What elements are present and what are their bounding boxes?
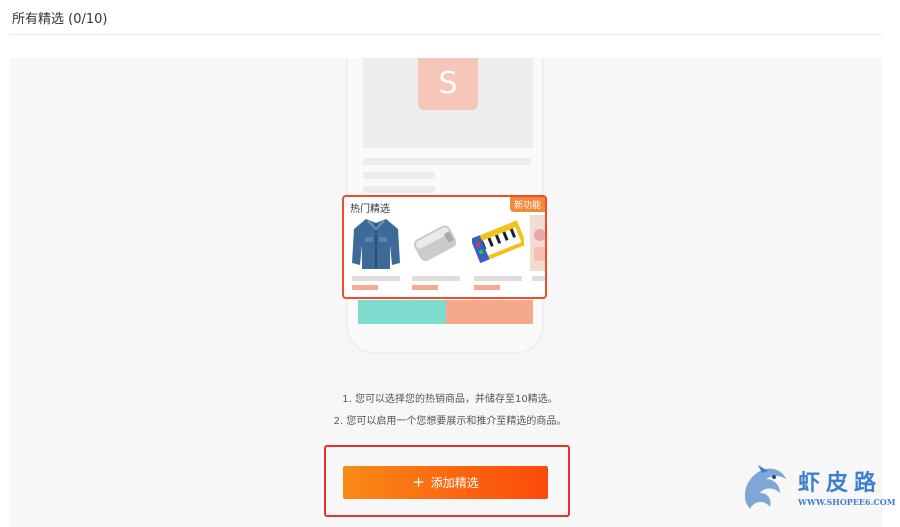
hot-picks-card: 热门精选 新功能 [342,195,547,299]
page-title: 所有精选 (0/10) [12,12,108,27]
header-divider [10,34,882,35]
placeholder-line [363,186,435,193]
product-price-placeholder [352,285,378,290]
hot-picks-title: 热门精选 [350,204,390,215]
new-feature-badge: 新功能 [509,197,545,212]
phone-chat-bar-placeholder [358,300,446,324]
product-price-placeholder [412,285,438,290]
partial-product-icon [530,215,545,271]
hint-line-2: 2. 您可以启用一个您想要展示和推介至精选的商品。 [333,416,567,427]
phone-buy-bar-placeholder [446,300,533,324]
placeholder-line [363,172,435,179]
watermark: 虾皮路 WWW.SHOPEE6.COM [740,463,896,515]
product-name-placeholder [532,276,545,281]
watermark-url: WWW.SHOPEE6.COM [798,497,896,507]
product-name-placeholder [412,276,460,281]
piano-mat-icon [472,220,524,264]
product-name-placeholder [474,276,522,281]
product-price-placeholder [474,285,500,290]
shopee-logo-icon: S [418,58,478,110]
jacket-icon [352,219,400,269]
watermark-text: 虾皮路 [798,471,883,496]
hint-line-1: 1. 您可以选择您的热销商品，并储存至10精选。 [342,394,558,405]
dragon-logo-icon [744,465,786,509]
plus-icon: + [412,473,425,491]
add-pick-button[interactable]: + 添加精选 [343,466,548,499]
add-pick-label: 添加精选 [430,476,479,490]
product-name-placeholder [352,276,400,281]
placeholder-line [363,158,531,165]
power-bank-icon [413,225,457,262]
